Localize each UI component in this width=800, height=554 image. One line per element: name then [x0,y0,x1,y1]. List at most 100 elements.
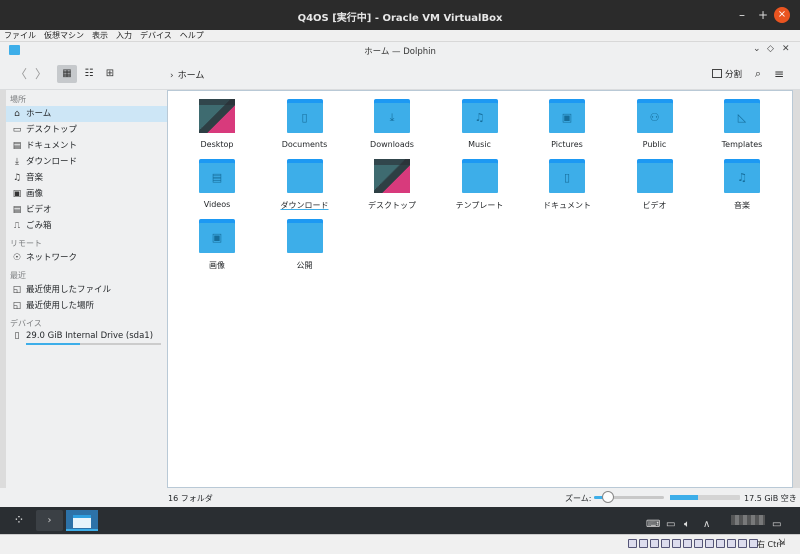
dolphin-task-icon [73,514,91,528]
display-icon[interactable]: ▭ [666,514,675,535]
compact-view-icon: ☷ [84,68,94,79]
folder-item[interactable]: ▣ 画像 [175,219,259,271]
sidebar-item-network[interactable]: ☉ ネットワーク [6,250,167,266]
folder-item[interactable]: ♫ 音楽 [700,159,784,211]
folder-item[interactable]: ⚇ Public [613,99,697,149]
file-view[interactable]: Desktop ▯ Documents ⤓ Downloads ♫ Music ▣ Pictur… [167,90,793,488]
taskbar-terminal[interactable]: › [36,510,63,531]
menu-machine[interactable]: 仮想マシン [40,30,88,41]
close-button[interactable]: × [774,7,790,23]
optical-icon[interactable] [639,539,648,548]
places-header: 場所 [10,95,26,104]
folder-name: Downloads [370,140,414,149]
forward-button[interactable]: 〉 [34,65,48,83]
folder-icon: ♫ [461,99,498,133]
split-button[interactable]: 分割 [712,68,742,80]
folder-item[interactable]: 公開 [263,219,347,271]
sidebar-item-pictures[interactable]: ▣ 画像 [6,186,167,202]
hdd-icon[interactable] [628,539,637,548]
documents-icon: ▤ [12,141,22,151]
menu-devices[interactable]: デバイス [136,30,176,41]
search-icon[interactable]: ⌕ [751,65,765,83]
sidebar-item-label: ホーム [26,109,52,119]
sidebar-item-desktop[interactable]: ▭ デスクトップ [6,122,167,138]
network-icon: ☉ [12,253,22,263]
places-panel: 場所 ⌂ ホーム ▭ デスクトップ ▤ ドキュメント ⤓ ダウンロード ♫ 音楽 ▣ 画像 … [6,90,167,488]
vm-window-title: Q4OS [実行中] - Oracle VM VirtualBox [297,13,503,24]
sidebar-item-videos[interactable]: ▤ ビデオ [6,202,167,218]
cpu-icon[interactable] [716,539,725,548]
folder-name: Desktop [200,140,234,149]
folder-item[interactable]: ダウンロード [263,159,347,211]
sidebar-item-recent-locations[interactable]: ◱ 最近使用した場所 [6,298,167,314]
sidebar-item-home[interactable]: ⌂ ホーム [6,106,167,122]
sidebar-item-music[interactable]: ♫ 音楽 [6,170,167,186]
folder-item[interactable]: テンプレート [438,159,522,211]
dolphin-titlebar: ホーム — Dolphin ⌄ ◇ ✕ [0,42,800,59]
compact-view-button[interactable]: ☷ [79,65,99,83]
volume-icon[interactable]: 🔈︎ [684,514,690,535]
menu-view[interactable]: 表示 [88,30,112,41]
menu-file[interactable]: ファイル [0,30,40,41]
sidebar-item-trash[interactable]: ⎍ ごみ箱 [6,218,167,234]
usb-icon[interactable] [672,539,681,548]
folder-item[interactable]: ◺ Templates [700,99,784,149]
folder-name: ドキュメント [543,201,591,210]
recording-icon[interactable] [705,539,714,548]
back-button[interactable]: 〈 [14,65,28,83]
folder-item[interactable]: ビデオ [613,159,697,211]
network-adapter-icon[interactable] [661,539,670,548]
folder-item[interactable]: ▯ Documents [263,99,347,149]
folder-item[interactable]: ▣ Pictures [525,99,609,149]
hamburger-menu-icon[interactable]: ≡ [772,65,786,83]
folder-item[interactable]: ⤓ Downloads [350,99,434,149]
folder-icon: ▯ [286,99,323,133]
folder-item[interactable]: ♫ Music [438,99,522,149]
folder-name: 公開 [296,261,313,270]
sidebar-item-label: ネットワーク [26,253,78,263]
folder-item[interactable]: ▯ ドキュメント [525,159,609,211]
vm-titlebar: Q4OS [実行中] - Oracle VM VirtualBox – + × [0,0,800,30]
show-desktop-icon[interactable]: ▭ [772,514,781,535]
sidebar-item-label: ビデオ [26,205,52,215]
home-icon: ⌂ [14,109,20,119]
vtx-icon[interactable] [727,539,736,548]
maximize-button[interactable]: + [755,7,771,23]
dolphin-maximize-button[interactable]: ◇ [767,44,774,54]
sidebar-item-drive[interactable]: ▯ 29.0 GiB Internal Drive (sda1) [6,330,167,343]
display-status-icon[interactable] [694,539,703,548]
disk-capacity-bar [670,495,740,500]
folder-icon: ▯ [549,159,585,193]
details-view-button[interactable]: ⊞ [100,65,120,83]
shared-folder-icon[interactable] [683,539,692,548]
app-launcher-icon[interactable]: ⁘ [8,510,30,531]
tray-expand-icon[interactable]: ∧ [703,514,710,535]
sidebar-item-documents[interactable]: ▤ ドキュメント [6,138,167,154]
dolphin-minimize-button[interactable]: ⌄ [753,44,761,54]
menu-help[interactable]: ヘルプ [176,30,208,41]
audio-icon[interactable] [650,539,659,548]
devices-header: デバイス [10,319,42,328]
dolphin-close-button[interactable]: ✕ [782,44,790,54]
taskbar-dolphin[interactable] [66,510,98,531]
folder-icon: ⤓ [374,99,410,133]
folder-item[interactable]: Desktop [175,99,259,149]
folder-name: Videos [203,200,231,209]
folder-name: 音楽 [734,201,750,210]
video-icon: ▤ [12,205,22,215]
folder-item[interactable]: デスクトップ [350,159,434,211]
pictures-icon: ▣ [12,189,22,199]
breadcrumb-home[interactable]: ホーム [178,71,205,81]
keyboard-icon[interactable]: ⌨ [646,514,660,535]
mouse-integration-icon[interactable] [738,539,747,548]
menu-input[interactable]: 入力 [112,30,136,41]
breadcrumb[interactable]: › ホーム [170,68,204,81]
sidebar-item-recent-files[interactable]: ◱ 最近使用したファイル [6,282,167,298]
minimize-button[interactable]: – [734,7,750,23]
icons-view-button[interactable]: ▦ [57,65,77,83]
zoom-slider-handle[interactable] [602,491,614,503]
sidebar-item-downloads[interactable]: ⤓ ダウンロード [6,154,167,170]
clock[interactable] [731,515,765,525]
folder-item[interactable]: ▤ Videos [175,159,259,209]
remote-header: リモート [10,239,42,248]
